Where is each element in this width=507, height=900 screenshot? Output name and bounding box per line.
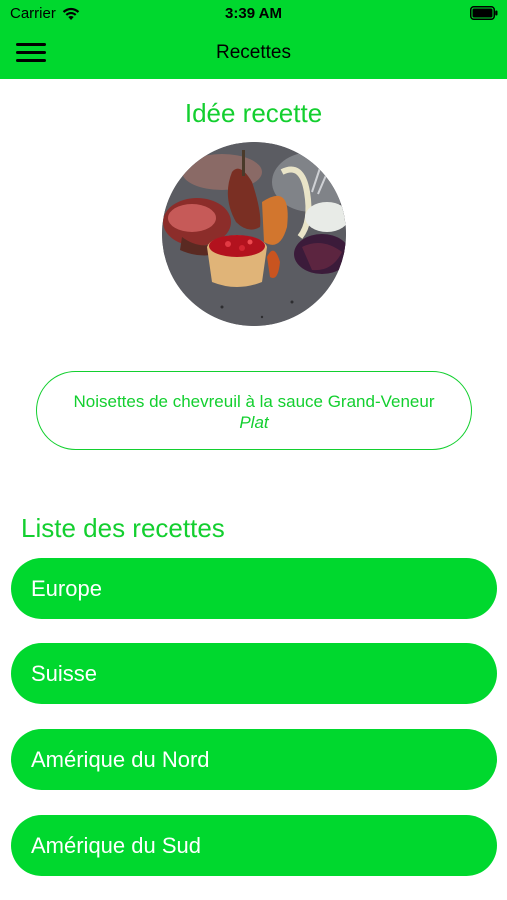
category-button-europe[interactable]: Europe — [11, 558, 497, 619]
status-bar: Carrier 3:39 AM — [0, 0, 507, 28]
category-button-suisse[interactable]: Suisse — [11, 643, 497, 704]
recipe-name: Noisettes de chevreuil à la sauce Grand-… — [73, 392, 435, 411]
recipe-photo[interactable] — [162, 142, 346, 326]
nav-header: Carrier 3:39 AM Recettes — [0, 0, 507, 79]
recipe-idea-card[interactable]: Noisettes de chevreuil à la sauce Grand-… — [36, 371, 472, 450]
category-button-amerique-du-sud[interactable]: Amérique du Sud — [11, 815, 497, 876]
status-time: 3:39 AM — [225, 5, 282, 22]
category-button-amerique-du-nord[interactable]: Amérique du Nord — [11, 729, 497, 790]
recipe-dish-image — [162, 142, 346, 326]
nav-title: Recettes — [216, 42, 291, 63]
battery-icon — [470, 6, 498, 20]
recipe-type: Plat — [239, 413, 269, 432]
idea-section-title: Idée recette — [184, 98, 323, 128]
recipe-list-title: Liste des recettes — [21, 513, 225, 543]
